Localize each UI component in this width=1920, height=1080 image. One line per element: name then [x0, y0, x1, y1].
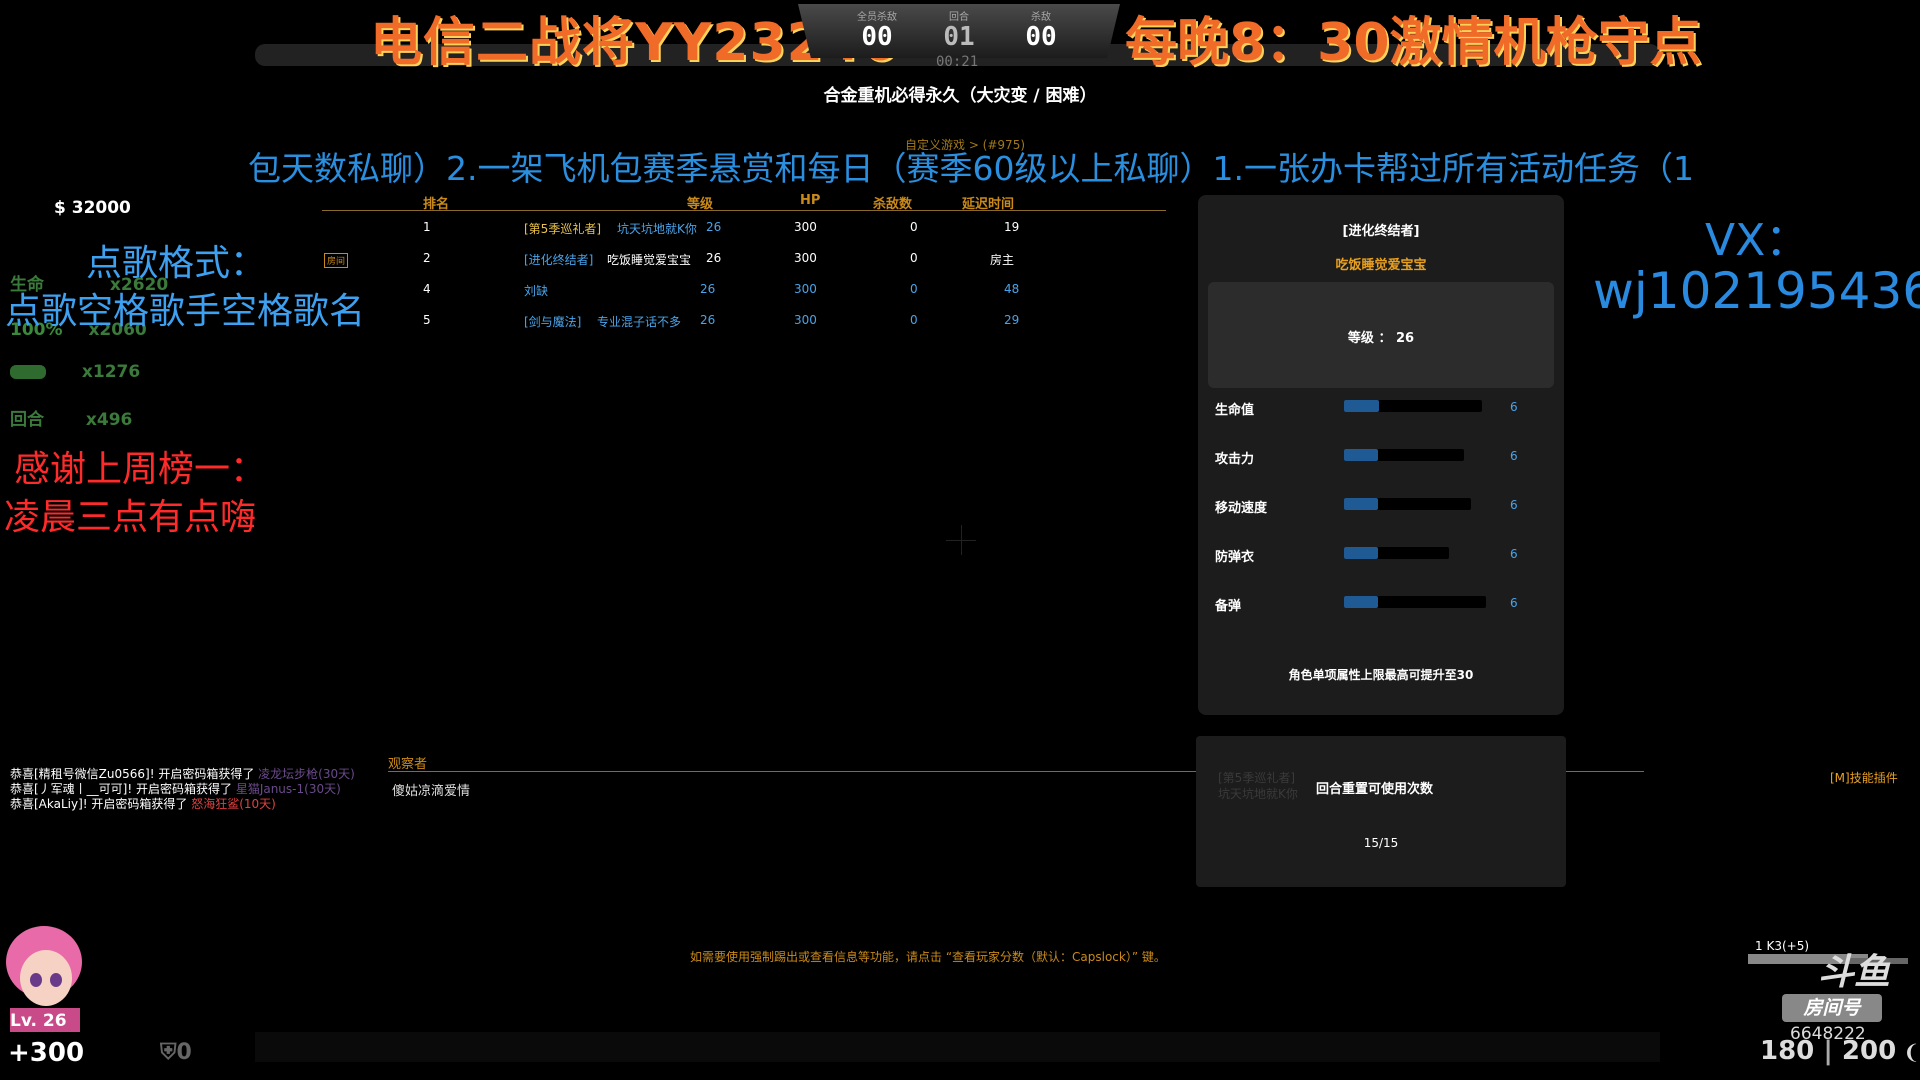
crosshair-icon: [946, 540, 976, 541]
stat-cap-note: 角色单项属性上限最高可提升至30: [1288, 668, 1474, 682]
stat-bar-hp: [1344, 400, 1482, 412]
stat-label-ammo: 备弹: [1215, 599, 1242, 614]
armor-display: ⛨0: [160, 1040, 192, 1065]
round-timer: 00:21: [936, 54, 979, 70]
shield-icon: ⛨: [160, 1040, 177, 1065]
map-title: 合金重机必得永久（大灾变 / 困难）: [823, 86, 1097, 106]
stat-value-speed: 6: [1510, 498, 1518, 512]
banner-right-text: 每晚8：30激情机枪守点: [1125, 13, 1702, 73]
round-scorebox: 全员杀敌 00 回合 01 杀敌 00: [798, 4, 1120, 58]
player-level: Lv. 26: [10, 1011, 67, 1031]
room-number-label: 房间号: [1782, 994, 1882, 1022]
stat-bar-ammo: [1344, 596, 1486, 608]
stat-value-armor: 6: [1510, 547, 1518, 561]
stat-value-attack: 6: [1510, 449, 1518, 463]
bullet-icon: ❨: [1896, 1040, 1920, 1064]
kill-count-row: x1276: [10, 362, 140, 382]
stat-value-ammo: 6: [1510, 596, 1518, 610]
stat-bar-armor: [1344, 547, 1449, 559]
observer-name[interactable]: 傻姑凉滴爱情: [392, 780, 470, 799]
kill-count-row: 回合 x496: [10, 410, 133, 430]
money-display: $ 32000: [54, 198, 131, 218]
player-kills: 杀敌 00: [1025, 12, 1057, 52]
observer-header: 观察者: [388, 757, 428, 772]
song-request-title: 点歌格式：: [86, 243, 267, 284]
douyu-logo: 斗鱼: [1748, 944, 1913, 992]
health-display: +300: [8, 1038, 85, 1068]
round-counter: 回合 01: [943, 12, 975, 52]
chat-line: 恭喜[AkaLiy]! 开启密码箱获得了 怒海狂鲨(10天): [10, 797, 276, 811]
round-reset-count: 15/15: [1363, 836, 1399, 850]
vx-label: VX：: [1705, 215, 1810, 266]
scoreboard-divider: [322, 210, 1166, 211]
host-badge: 房间: [324, 253, 349, 268]
stat-label-attack: 攻击力: [1215, 452, 1255, 467]
panel-level: 等级 ： 26: [1347, 331, 1415, 346]
round-reset-label: 回合重置可使用次数: [1316, 782, 1434, 797]
col-hp-header: HP: [800, 193, 821, 208]
stat-value-hp: 6: [1510, 400, 1518, 414]
vx-id: wj1021954365: [1593, 262, 1920, 320]
tank-icon: [10, 365, 46, 379]
ghost-player-tag: [第5季巡礼者] 坑天坑地就K你: [1218, 771, 1298, 801]
stat-bar-speed: [1344, 498, 1471, 510]
scrolling-ad-text: 包天数私聊）2.一架飞机包赛季悬赏和每日（赛季60级以上私聊）1.一张办卡帮过所…: [248, 149, 1694, 188]
thanks-line-1: 感谢上周榜一：: [14, 449, 267, 490]
stat-label-hp: 生命值: [1215, 403, 1255, 418]
ammo-display: 180 | 200 ❨: [1760, 1036, 1920, 1066]
panel-player-name: 吃饭睡觉爱宝宝: [1335, 258, 1427, 273]
song-request-format: 点歌空格歌手空格歌名: [5, 291, 366, 332]
svg-text:斗鱼: 斗鱼: [1818, 951, 1891, 992]
bottom-hud-bar: [255, 1032, 1660, 1062]
skill-plugin-hint[interactable]: [M]技能插件: [1830, 769, 1898, 786]
team-kills: 全员杀敌 00: [857, 12, 897, 52]
scoreboard-hint: 如需要使用强制踢出或查看信息等功能，请点击 “查看玩家分数（默认：Capsloc…: [690, 950, 1166, 964]
thanks-line-2: 凌晨三点有点嗨: [4, 497, 257, 538]
panel-title: [进化终结者]: [1342, 224, 1420, 239]
round-reset-panel: [1196, 736, 1566, 887]
stat-bar-attack: [1344, 449, 1464, 461]
stat-label-armor: 防弹衣: [1215, 550, 1255, 565]
stat-label-speed: 移动速度: [1215, 501, 1268, 516]
